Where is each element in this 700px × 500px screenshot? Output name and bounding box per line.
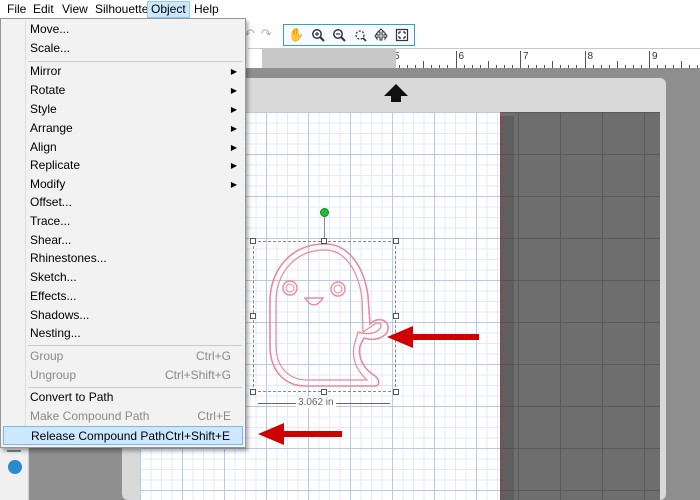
resize-handle-bottom-left[interactable] [250,389,256,395]
menu-item-convert-to-path[interactable]: Convert to Path [3,388,243,407]
resize-handle-right[interactable] [393,313,399,319]
menu-file[interactable]: File [4,2,29,16]
ruler-tick [584,51,586,69]
submenu-arrow-icon: ▶ [230,86,237,95]
page-shadow [500,116,514,500]
menu-item-trace[interactable]: Trace... [3,212,243,231]
width-dimension-label: 3.062 in [296,397,336,408]
submenu-arrow-icon: ▶ [230,105,237,114]
ruler-tick [520,51,521,69]
menu-item-group[interactable]: Group Ctrl+G [3,347,243,366]
zoom-box-icon[interactable] [350,26,369,44]
resize-handle-top-right[interactable] [393,238,399,244]
menu-item-modify[interactable]: Modify ▶ [3,175,243,194]
rotate-handle[interactable] [320,208,329,217]
silhouette-store-icon[interactable] [8,460,22,474]
menu-item-offset[interactable]: Offset... [3,193,243,212]
annotation-arrow-left-menu-icon [258,423,342,445]
object-menu-dropdown: Move... Scale... Mirror ▶ Rotate ▶ Style… [0,18,246,448]
ruler-label: 7 [523,51,529,62]
ruler-label: 6 [458,51,465,62]
zoom-in-icon[interactable] [308,26,327,44]
menu-item-style[interactable]: Style ▶ [3,100,243,119]
menu-object[interactable]: Object [147,1,190,18]
submenu-arrow-icon: ▶ [230,67,237,76]
zoom-toolbar: ✋ [283,24,415,46]
rotate-handle-stem [324,216,325,238]
menu-item-release-compound-path[interactable]: Release Compound Path Ctrl+Shift+E [3,426,243,445]
selection-bounding-box [253,241,396,392]
submenu-arrow-icon: ▶ [230,143,237,152]
ruler-tick [455,51,457,69]
resize-handle-bottom-right[interactable] [393,389,399,395]
resize-handle-top[interactable] [321,238,327,244]
menu-item-align[interactable]: Align ▶ [3,138,243,157]
ruler-label: 8 [587,51,594,62]
menu-separator [28,345,242,346]
menu-item-replicate[interactable]: Replicate ▶ [3,156,243,175]
feed-direction-arrow-stem [391,96,401,102]
menu-item-move[interactable]: Move... [3,20,243,39]
redo-icon[interactable]: ↷ [261,26,272,42]
menu-item-ungroup[interactable]: Ungroup Ctrl+Shift+G [3,366,243,385]
menu-bar: File Edit View Silhouette Object Help [0,0,700,19]
menu-view[interactable]: View [59,2,91,16]
submenu-arrow-icon: ▶ [230,124,237,133]
menu-edit[interactable]: Edit [30,2,57,16]
menu-item-effects[interactable]: Effects... [3,287,243,306]
ruler-label: 9 [652,51,658,62]
menu-item-scale[interactable]: Scale... [3,39,243,58]
annotation-arrow-left-ghost-icon [387,326,479,348]
ruler-tick [649,51,650,69]
resize-handle-top-left[interactable] [250,238,256,244]
menu-item-arrange[interactable]: Arrange ▶ [3,119,243,138]
menu-item-sketch[interactable]: Sketch... [3,268,243,287]
fit-page-icon[interactable] [392,26,411,44]
resize-handle-left[interactable] [250,313,256,319]
submenu-arrow-icon: ▶ [230,161,237,170]
menu-item-shear[interactable]: Shear... [3,231,243,250]
menu-silhouette[interactable]: Silhouette [92,2,151,16]
pan-hand-icon[interactable]: ✋ [287,26,306,44]
drag-zoom-icon[interactable] [371,26,390,44]
menu-help[interactable]: Help [191,2,222,16]
menu-item-rhinestones[interactable]: Rhinestones... [3,249,243,268]
feed-direction-arrow-icon [384,84,408,96]
ruler-selection-range [262,49,396,68]
submenu-arrow-icon: ▶ [230,180,237,189]
menu-item-make-compound-path[interactable]: Make Compound Path Ctrl+E [3,407,243,426]
undo-redo-group: ↶ ↷ [244,24,280,44]
menu-item-rotate[interactable]: Rotate ▶ [3,81,243,100]
menu-item-shadows[interactable]: Shadows... [3,306,243,325]
resize-handle-bottom[interactable] [321,389,327,395]
menu-item-mirror[interactable]: Mirror ▶ [3,62,243,81]
menu-item-nesting[interactable]: Nesting... [3,324,243,343]
zoom-out-icon[interactable] [329,26,348,44]
